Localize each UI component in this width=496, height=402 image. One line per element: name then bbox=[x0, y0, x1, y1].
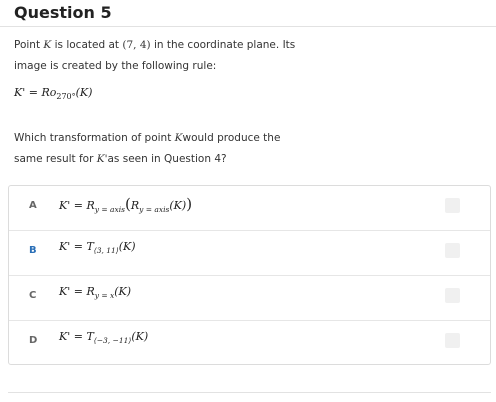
option-letter: B bbox=[29, 245, 37, 256]
option-d[interactable]: D K' = T⟨−3, −11⟩(K) bbox=[9, 321, 490, 366]
question-prompt: Point K is located at (7, 4) in the coor… bbox=[14, 39, 296, 72]
option-expression: K' = T⟨3, 11⟩(K) bbox=[59, 240, 136, 256]
divider bbox=[8, 392, 491, 393]
rotation-rule: K' = Ro270°(K) bbox=[14, 86, 93, 102]
option-expression: K' = Ry = axis(Ry = axis(K)) bbox=[59, 195, 193, 215]
option-checkbox[interactable] bbox=[445, 198, 460, 213]
option-a[interactable]: A K' = Ry = axis(Ry = axis(K)) bbox=[9, 186, 490, 231]
option-b[interactable]: B K' = T⟨3, 11⟩(K) bbox=[9, 231, 490, 276]
option-letter: D bbox=[29, 335, 38, 346]
answer-options: A K' = Ry = axis(Ry = axis(K)) B K' = T⟨… bbox=[8, 185, 491, 365]
option-letter: A bbox=[29, 200, 37, 211]
option-checkbox[interactable] bbox=[445, 288, 460, 303]
question-text: Which transformation of point Kwould pro… bbox=[14, 132, 281, 165]
option-checkbox[interactable] bbox=[445, 333, 460, 348]
question-header: Question 5 bbox=[0, 0, 496, 27]
option-checkbox[interactable] bbox=[445, 243, 460, 258]
option-letter: C bbox=[29, 290, 37, 301]
option-expression: K' = Ry = x(K) bbox=[59, 285, 132, 301]
option-expression: K' = T⟨−3, −11⟩(K) bbox=[59, 330, 149, 346]
question-title: Question 5 bbox=[14, 3, 112, 22]
option-c[interactable]: C K' = Ry = x(K) bbox=[9, 276, 490, 321]
